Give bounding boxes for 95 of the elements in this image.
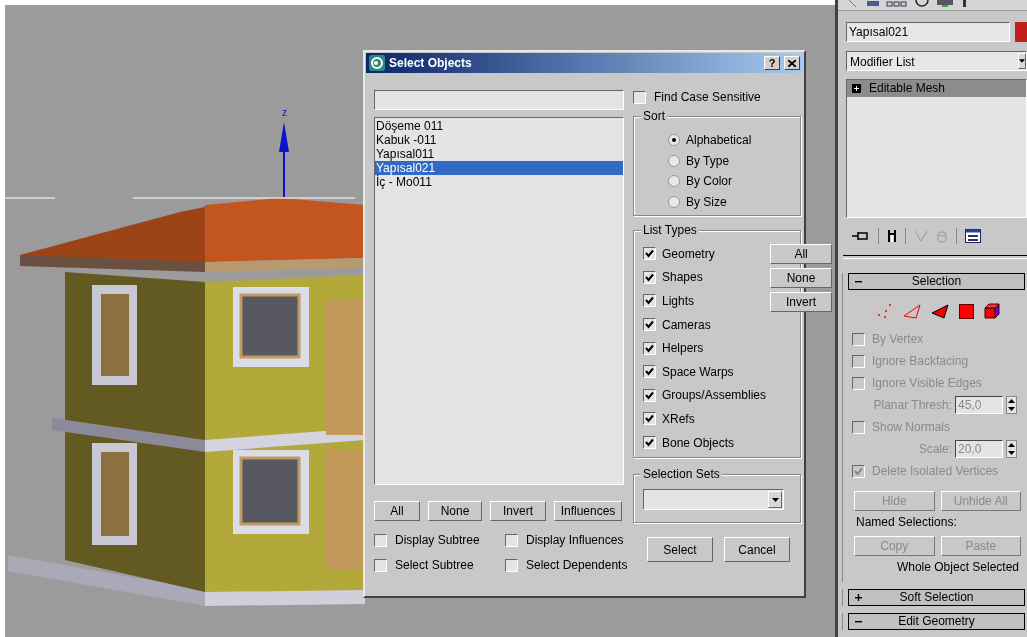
search-field[interactable] — [374, 90, 624, 110]
checkbox[interactable] — [643, 388, 656, 402]
radio-button[interactable] — [668, 175, 680, 188]
radio-label: By Type — [686, 153, 730, 168]
face-icon[interactable] — [931, 303, 949, 319]
checkbox-label: Find Case Sensitive — [654, 90, 761, 104]
checkbox[interactable] — [643, 318, 656, 332]
list-type-button[interactable]: All — [770, 244, 833, 264]
checkbox-label: Ignore Visible Edges — [872, 376, 982, 390]
checkbox[interactable] — [505, 533, 518, 547]
minus-icon — [855, 278, 862, 285]
rollout-header[interactable]: Soft Selection — [848, 589, 1025, 606]
checkbox-label: XRefs — [662, 411, 695, 426]
checkbox[interactable] — [633, 90, 646, 104]
vertex-icon[interactable] — [877, 303, 893, 319]
modifier-list-dropdown[interactable]: Modifier List — [846, 50, 1027, 71]
selection-status: Whole Object Selected — [895, 560, 1020, 574]
color-swatch[interactable] — [1015, 21, 1027, 42]
checkbox-label: Shapes — [662, 270, 703, 285]
selection-sets-dropdown[interactable] — [643, 489, 784, 510]
dialog-title: Select Objects — [389, 56, 473, 70]
checkbox-label: By Vertex — [872, 332, 924, 346]
radio-button[interactable] — [668, 154, 680, 167]
group-title: Sort — [641, 109, 667, 123]
checkbox-label: Groups/Assemblies — [662, 388, 767, 403]
edge-icon[interactable] — [903, 303, 921, 319]
list-type-button[interactable]: Invert — [770, 292, 833, 312]
close-button[interactable] — [784, 56, 800, 70]
list-button[interactable]: All — [374, 501, 420, 521]
help-button[interactable]: ? — [764, 56, 780, 70]
polygon-icon[interactable] — [959, 303, 974, 319]
expand-icon[interactable] — [852, 83, 861, 93]
dropdown-arrow-icon — [1019, 58, 1025, 63]
checkbox-label: Geometry — [662, 246, 715, 261]
configure-icon[interactable] — [965, 229, 981, 244]
dialog-button[interactable]: Select — [647, 537, 713, 562]
spinner-label: Scale: — [918, 442, 952, 456]
rollout-header[interactable]: Selection — [848, 273, 1025, 290]
checkbox-label: Cameras — [662, 317, 711, 332]
checkbox[interactable] — [374, 558, 387, 572]
checkbox-label: Select Dependents — [526, 558, 628, 572]
checkbox[interactable] — [505, 558, 518, 572]
minus-icon — [855, 618, 862, 625]
list-button[interactable]: Invert — [490, 501, 546, 521]
radio-button[interactable] — [668, 195, 680, 208]
checkbox[interactable] — [643, 436, 656, 450]
checkbox[interactable] — [643, 270, 656, 284]
object-list-item[interactable]: Yapısal021 — [375, 161, 623, 175]
radio-button[interactable] — [668, 134, 680, 147]
object-list-item[interactable]: Yapısal011 — [375, 147, 623, 161]
spinner-label: Planar Thresh: — [873, 398, 952, 412]
object-name-field[interactable]: Yapısal021 — [846, 21, 1010, 42]
list-button[interactable]: None — [428, 501, 482, 521]
checkbox-label: Lights — [662, 294, 695, 308]
checkbox-label: Display Subtree — [395, 533, 480, 547]
app-logo-icon — [369, 55, 385, 71]
checkbox[interactable] — [643, 365, 656, 379]
checkbox[interactable] — [643, 341, 656, 355]
axis-label: z — [282, 107, 287, 118]
checkbox[interactable] — [643, 412, 656, 426]
pin-icon[interactable] — [852, 230, 870, 243]
list-type-button[interactable]: None — [770, 268, 833, 288]
spinner-arrows-icon[interactable] — [1006, 396, 1017, 414]
checkbox-label: Show Normals — [872, 420, 951, 434]
monitor-icon[interactable] — [936, 0, 954, 8]
checkbox-label: Select Subtree — [395, 558, 474, 572]
object-list-item[interactable]: İç - Mo011 — [375, 175, 623, 189]
checkbox-label: Bone Objects — [662, 435, 735, 450]
checkbox-label: Space Warps — [662, 364, 734, 379]
list-button[interactable]: Influences — [554, 501, 622, 521]
named-selections-label: Named Selections: — [856, 515, 958, 529]
group-title: List Types — [641, 223, 699, 237]
radio-label: Alphabetical — [686, 133, 752, 148]
close-icon — [788, 59, 796, 67]
object-list-item[interactable]: Döşeme 011 — [375, 119, 623, 133]
hierarchy-icon[interactable] — [866, 0, 880, 8]
spinner-arrows-icon[interactable] — [1006, 440, 1017, 458]
checkbox-label: Delete Isolated Vertices — [872, 464, 999, 478]
rollout-header[interactable]: Edit Geometry — [848, 613, 1025, 630]
checkbox[interactable] — [643, 294, 656, 308]
boxes-icon[interactable] — [886, 0, 908, 8]
element-icon[interactable] — [984, 303, 1000, 319]
checkbox-label: Ignore Backfacing — [872, 354, 969, 368]
checkbox[interactable] — [374, 533, 387, 547]
group-title: Selection Sets — [641, 467, 722, 481]
radio-label: By Size — [686, 194, 727, 209]
dropdown-arrow-icon — [771, 497, 779, 502]
radio-label: By Color — [686, 174, 732, 189]
stack-item[interactable]: Editable Mesh — [847, 79, 1026, 97]
object-list-item[interactable]: Kabuk -011 — [375, 133, 623, 147]
checkbox[interactable] — [643, 247, 656, 261]
dialog-button[interactable]: Cancel — [724, 537, 790, 562]
plus-icon — [855, 594, 862, 601]
checkbox-label: Display Influences — [526, 533, 624, 547]
checkbox-label: Helpers — [662, 341, 704, 356]
